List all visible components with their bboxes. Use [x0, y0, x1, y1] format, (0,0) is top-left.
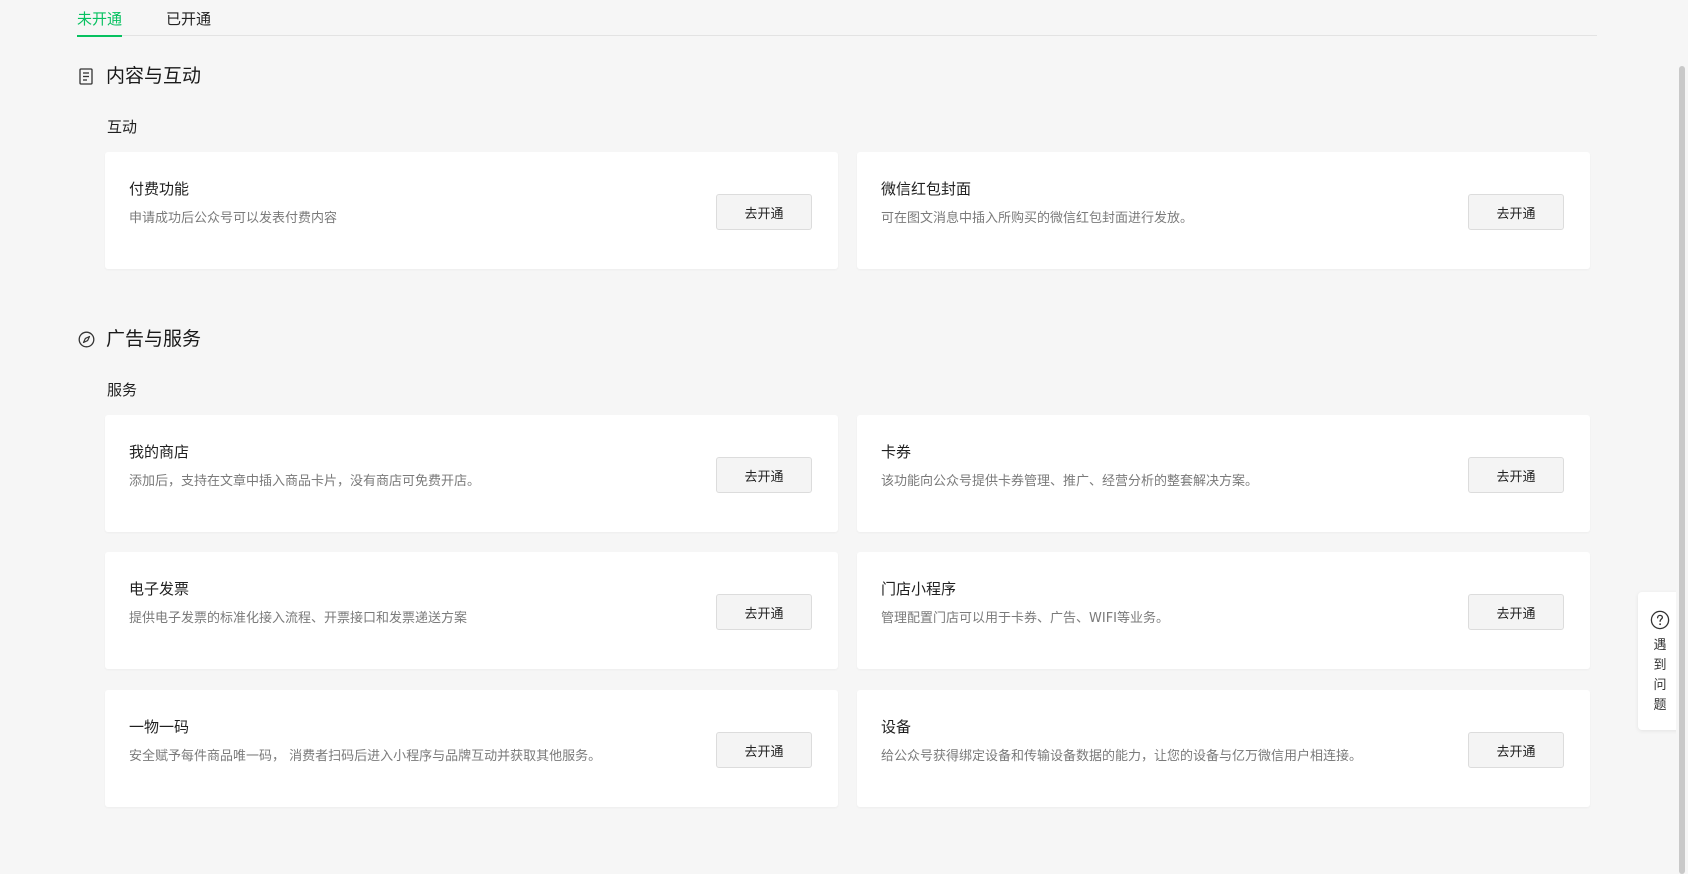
card-title: 付费功能 — [129, 180, 190, 198]
section-title: 广告与服务 — [106, 328, 202, 350]
activate-button[interactable]: 去开通 — [1468, 732, 1564, 768]
card-description: 管理配置门店可以用于卡券、广告、WIFI等业务。 — [881, 611, 1169, 626]
tab-activated[interactable]: 已开通 — [166, 8, 211, 35]
card-my-store: 我的商店 添加后，支持在文章中插入商品卡片，没有商店可免费开店。 去开通 — [105, 415, 838, 532]
card-title: 微信红包封面 — [881, 180, 972, 198]
card-title: 电子发票 — [129, 580, 190, 598]
card-title: 一物一码 — [129, 718, 190, 736]
card-title: 我的商店 — [129, 443, 190, 461]
section-subtitle: 服务 — [107, 381, 138, 399]
activate-button[interactable]: 去开通 — [1468, 194, 1564, 230]
section-ads-services-header: 广告与服务 — [77, 325, 201, 353]
tab-not-activated[interactable]: 未开通 — [77, 8, 123, 37]
section-subtitle: 互动 — [107, 118, 138, 136]
section-content-interaction-header: 内容与互动 — [77, 62, 201, 90]
scrollbar-thumb[interactable] — [1679, 66, 1685, 874]
card-description: 可在图文消息中插入所购买的微信红包封面进行发放。 — [881, 211, 1194, 226]
activate-button[interactable]: 去开通 — [716, 594, 812, 630]
card-description: 添加后，支持在文章中插入商品卡片，没有商店可免费开店。 — [129, 474, 481, 489]
activate-button[interactable]: 去开通 — [716, 732, 812, 768]
card-title: 设备 — [881, 718, 912, 736]
tab-bar: 未开通 已开通 — [77, 0, 1597, 37]
card-e-invoice: 电子发票 提供电子发票的标准化接入流程、开票接口和发票递送方案 去开通 — [105, 552, 838, 669]
card-title: 卡券 — [881, 443, 912, 461]
card-store-mini-program: 门店小程序 管理配置门店可以用于卡券、广告、WIFI等业务。 去开通 — [857, 552, 1590, 669]
card-title: 门店小程序 — [881, 580, 957, 598]
help-label: 遇到问题 — [1653, 638, 1667, 713]
activate-button[interactable]: 去开通 — [716, 457, 812, 493]
compass-icon — [77, 330, 95, 348]
card-description: 申请成功后公众号可以发表付费内容 — [129, 211, 338, 226]
card-red-packet-cover: 微信红包封面 可在图文消息中插入所购买的微信红包封面进行发放。 去开通 — [857, 152, 1590, 269]
card-description: 该功能向公众号提供卡券管理、推广、经营分析的整套解决方案。 — [881, 474, 1259, 489]
section-title: 内容与互动 — [106, 65, 202, 87]
card-devices: 设备 给公众号获得绑定设备和传输设备数据的能力，让您的设备与亿万微信用户相连接。… — [857, 690, 1590, 807]
scrollbar[interactable] — [1676, 0, 1688, 874]
card-description: 安全赋予每件商品唯一码， 消费者扫码后进入小程序与品牌互动并获取其他服务。 — [129, 749, 602, 764]
activate-button[interactable]: 去开通 — [1468, 457, 1564, 493]
document-icon — [77, 67, 95, 85]
activate-button[interactable]: 去开通 — [1468, 594, 1564, 630]
card-one-item-one-code: 一物一码 安全赋予每件商品唯一码， 消费者扫码后进入小程序与品牌互动并获取其他服… — [105, 690, 838, 807]
card-paid-feature: 付费功能 申请成功后公众号可以发表付费内容 去开通 — [105, 152, 838, 269]
card-description: 给公众号获得绑定设备和传输设备数据的能力，让您的设备与亿万微信用户相连接。 — [881, 749, 1363, 764]
card-coupons: 卡券 该功能向公众号提供卡券管理、推广、经营分析的整套解决方案。 去开通 — [857, 415, 1590, 532]
card-description: 提供电子发票的标准化接入流程、开票接口和发票递送方案 — [129, 611, 468, 626]
activate-button[interactable]: 去开通 — [716, 194, 812, 230]
question-circle-icon — [1650, 610, 1670, 630]
